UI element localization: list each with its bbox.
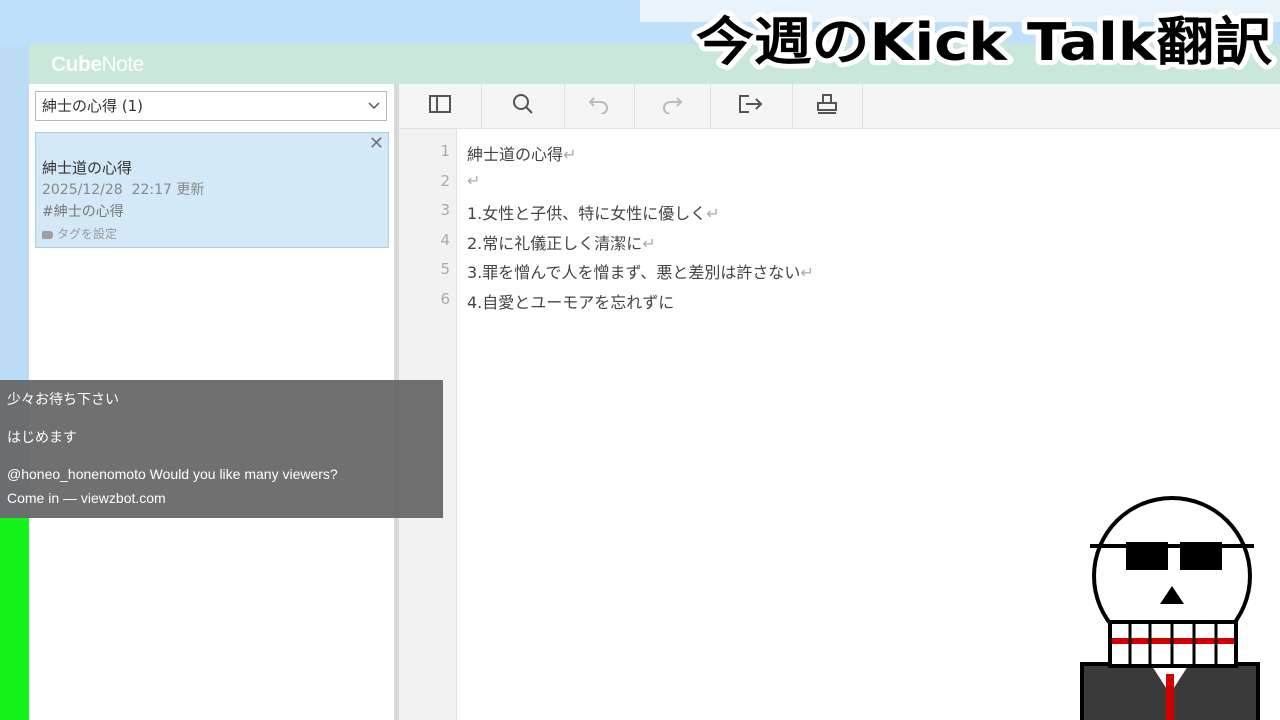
export-button[interactable]: [710, 84, 793, 128]
editor-line: 4.自愛とユーモアを忘れずに: [467, 293, 675, 312]
editor-line: 3.罪を憎んで人を憎まず、悪と差別は許さない↵: [467, 263, 814, 282]
redo-button[interactable]: [634, 84, 711, 128]
tag-icon: [42, 230, 53, 239]
set-tag-link[interactable]: タグを設定: [42, 225, 117, 242]
line-number: 6: [440, 290, 450, 308]
line-number: 4: [440, 231, 450, 249]
sidebar-toggle-icon: [429, 95, 451, 117]
editor-line: 紳士道の心得↵: [467, 145, 577, 164]
newline-mark: ↵: [563, 145, 577, 164]
editor-line: 2.常に礼儀正しく清潔に↵: [467, 234, 656, 253]
newline-mark: ↵: [642, 234, 656, 253]
green-screen-strip: [0, 518, 29, 720]
note-filter-value: 紳士の心得 (1): [42, 97, 144, 115]
editor-toolbar: [399, 84, 1280, 129]
newline-mark: ↵: [800, 263, 814, 282]
banner-title: 今週のKick Talk翻訳: [696, 13, 1273, 73]
redo-icon: [661, 94, 683, 118]
undo-icon: [588, 94, 610, 118]
chat-overlay: 少々お待ち下さい はじめます @honeo_honenomoto Would y…: [0, 380, 443, 518]
line-number: 2: [440, 172, 450, 190]
chat-message: @honeo_honenomoto Would you like many vi…: [7, 466, 338, 482]
line-number: 1: [440, 142, 450, 160]
sidebar-toggle-button[interactable]: [399, 84, 482, 128]
app-logo: CubeNote: [51, 53, 144, 76]
chevron-down-icon: [368, 92, 380, 130]
note-updated-date: 2025/12/28 22:17 更新: [42, 182, 205, 198]
skull-avatar-icon: [1080, 496, 1260, 720]
line-number: 5: [440, 260, 450, 278]
note-hashtag: #紳士の心得: [42, 204, 124, 220]
print-button[interactable]: [792, 84, 863, 128]
newline-mark: ↵: [467, 171, 481, 190]
chat-message: Come in — viewzbot.com: [7, 490, 166, 506]
newline-mark: ↵: [706, 204, 720, 223]
editor-line: ↵: [467, 171, 480, 190]
stream-title-banner: 今週のKick Talk翻訳: [691, 8, 1278, 78]
note-filter-select[interactable]: 紳士の心得 (1): [35, 91, 387, 121]
search-button[interactable]: [481, 84, 565, 128]
undo-button[interactable]: [564, 84, 635, 128]
export-icon: [738, 94, 764, 118]
chat-message: はじめます: [7, 429, 77, 445]
search-icon: [512, 93, 534, 119]
close-icon[interactable]: ✕: [369, 133, 384, 154]
chat-message: 少々お待ち下さい: [7, 391, 119, 407]
line-number: 3: [440, 201, 450, 219]
note-list-item[interactable]: ✕ 紳士道の心得 2025/12/28 22:17 更新 #紳士の心得 タグを設…: [35, 132, 389, 248]
note-title: 紳士道の心得: [42, 159, 133, 177]
print-icon: [816, 94, 838, 118]
editor-line: 1.女性と子供、特に女性に優しく↵: [467, 204, 720, 223]
